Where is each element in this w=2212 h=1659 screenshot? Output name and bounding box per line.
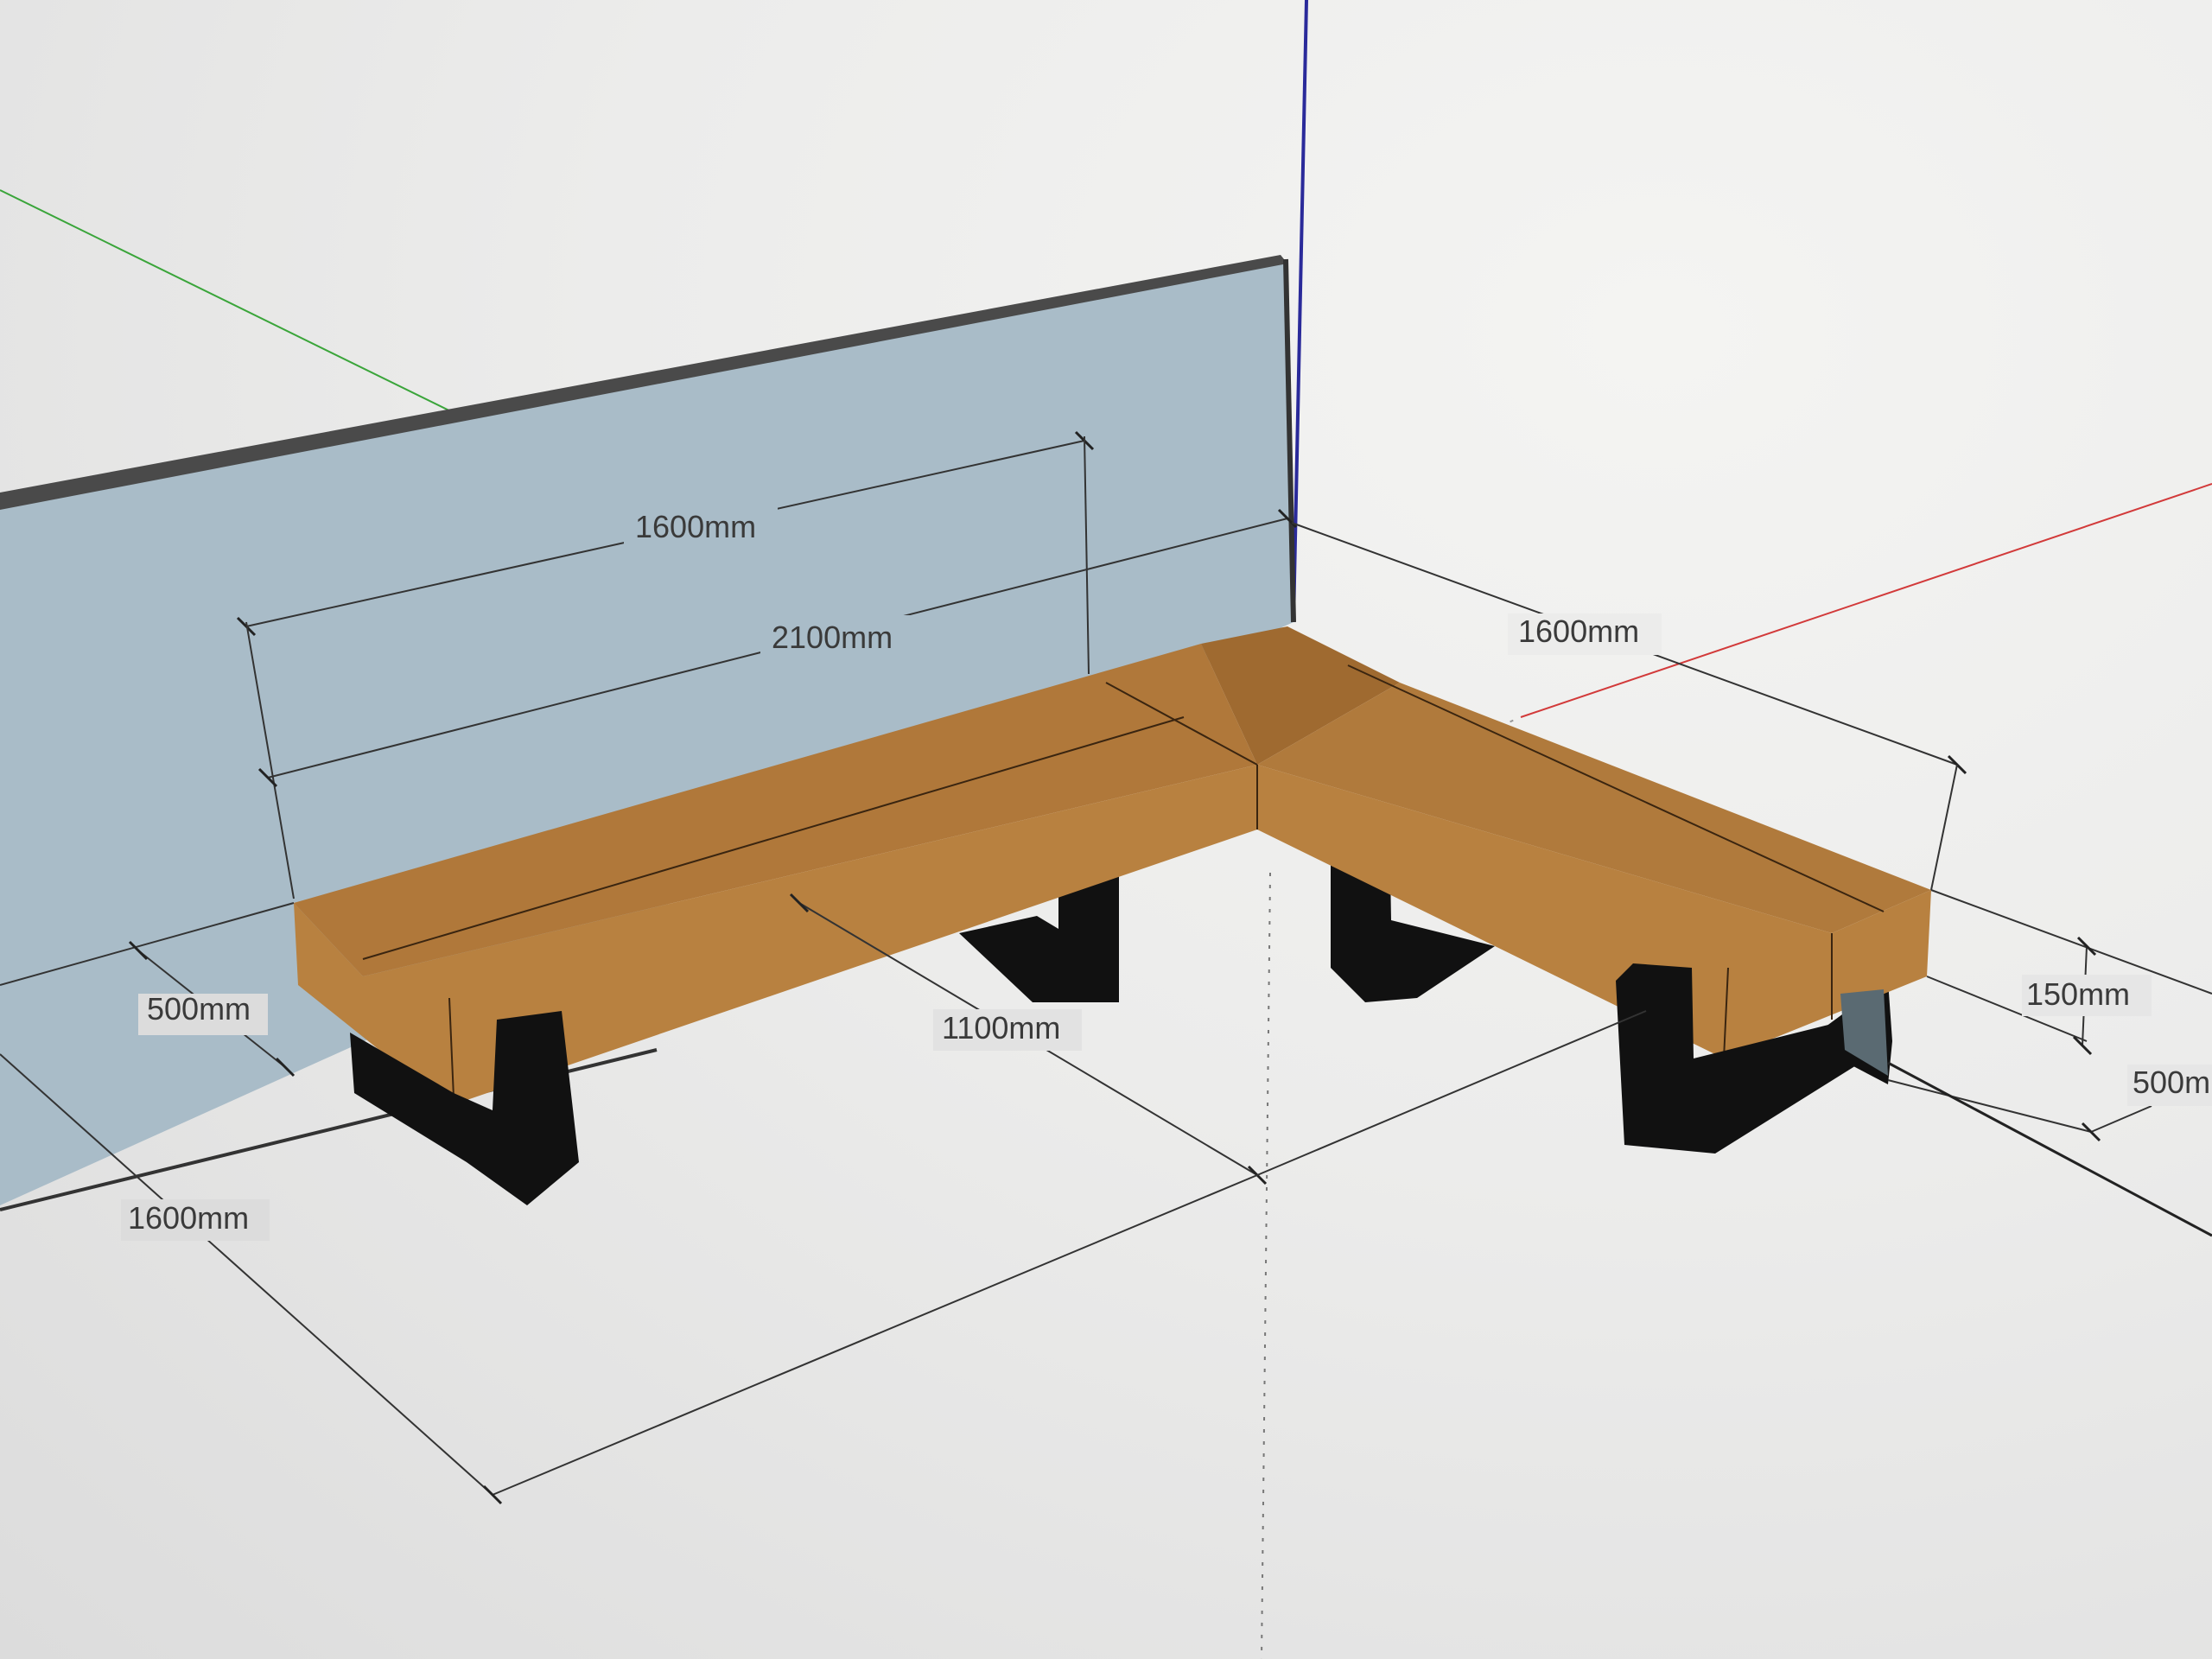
dim-label-long-seat-length: 2100mm [772, 620, 893, 655]
dim-label-seat-depth-right: 500m [2133, 1065, 2210, 1100]
model-viewport[interactable]: 1600mm 2100mm 1600mm 500mm 1100mm 150mm … [0, 0, 2212, 1659]
blue-axis [1292, 0, 1308, 623]
dim-line-500-right [1887, 1079, 2092, 1133]
dim-label-backrest-length: 1600mm [635, 509, 756, 544]
green-axis [0, 189, 467, 420]
dim-label-short-seat-length: 1600mm [1518, 613, 1639, 649]
dim-label-seat-depth-left: 500mm [147, 991, 251, 1027]
dim-label-floor-length: 1600mm [128, 1200, 249, 1236]
blue-axis-dotted [1261, 872, 1271, 1659]
red-axis [1520, 483, 2212, 718]
dim-label-inner-length: 1100mm [942, 1010, 1060, 1046]
dim-label-seat-thickness: 150mm [2026, 976, 2130, 1012]
